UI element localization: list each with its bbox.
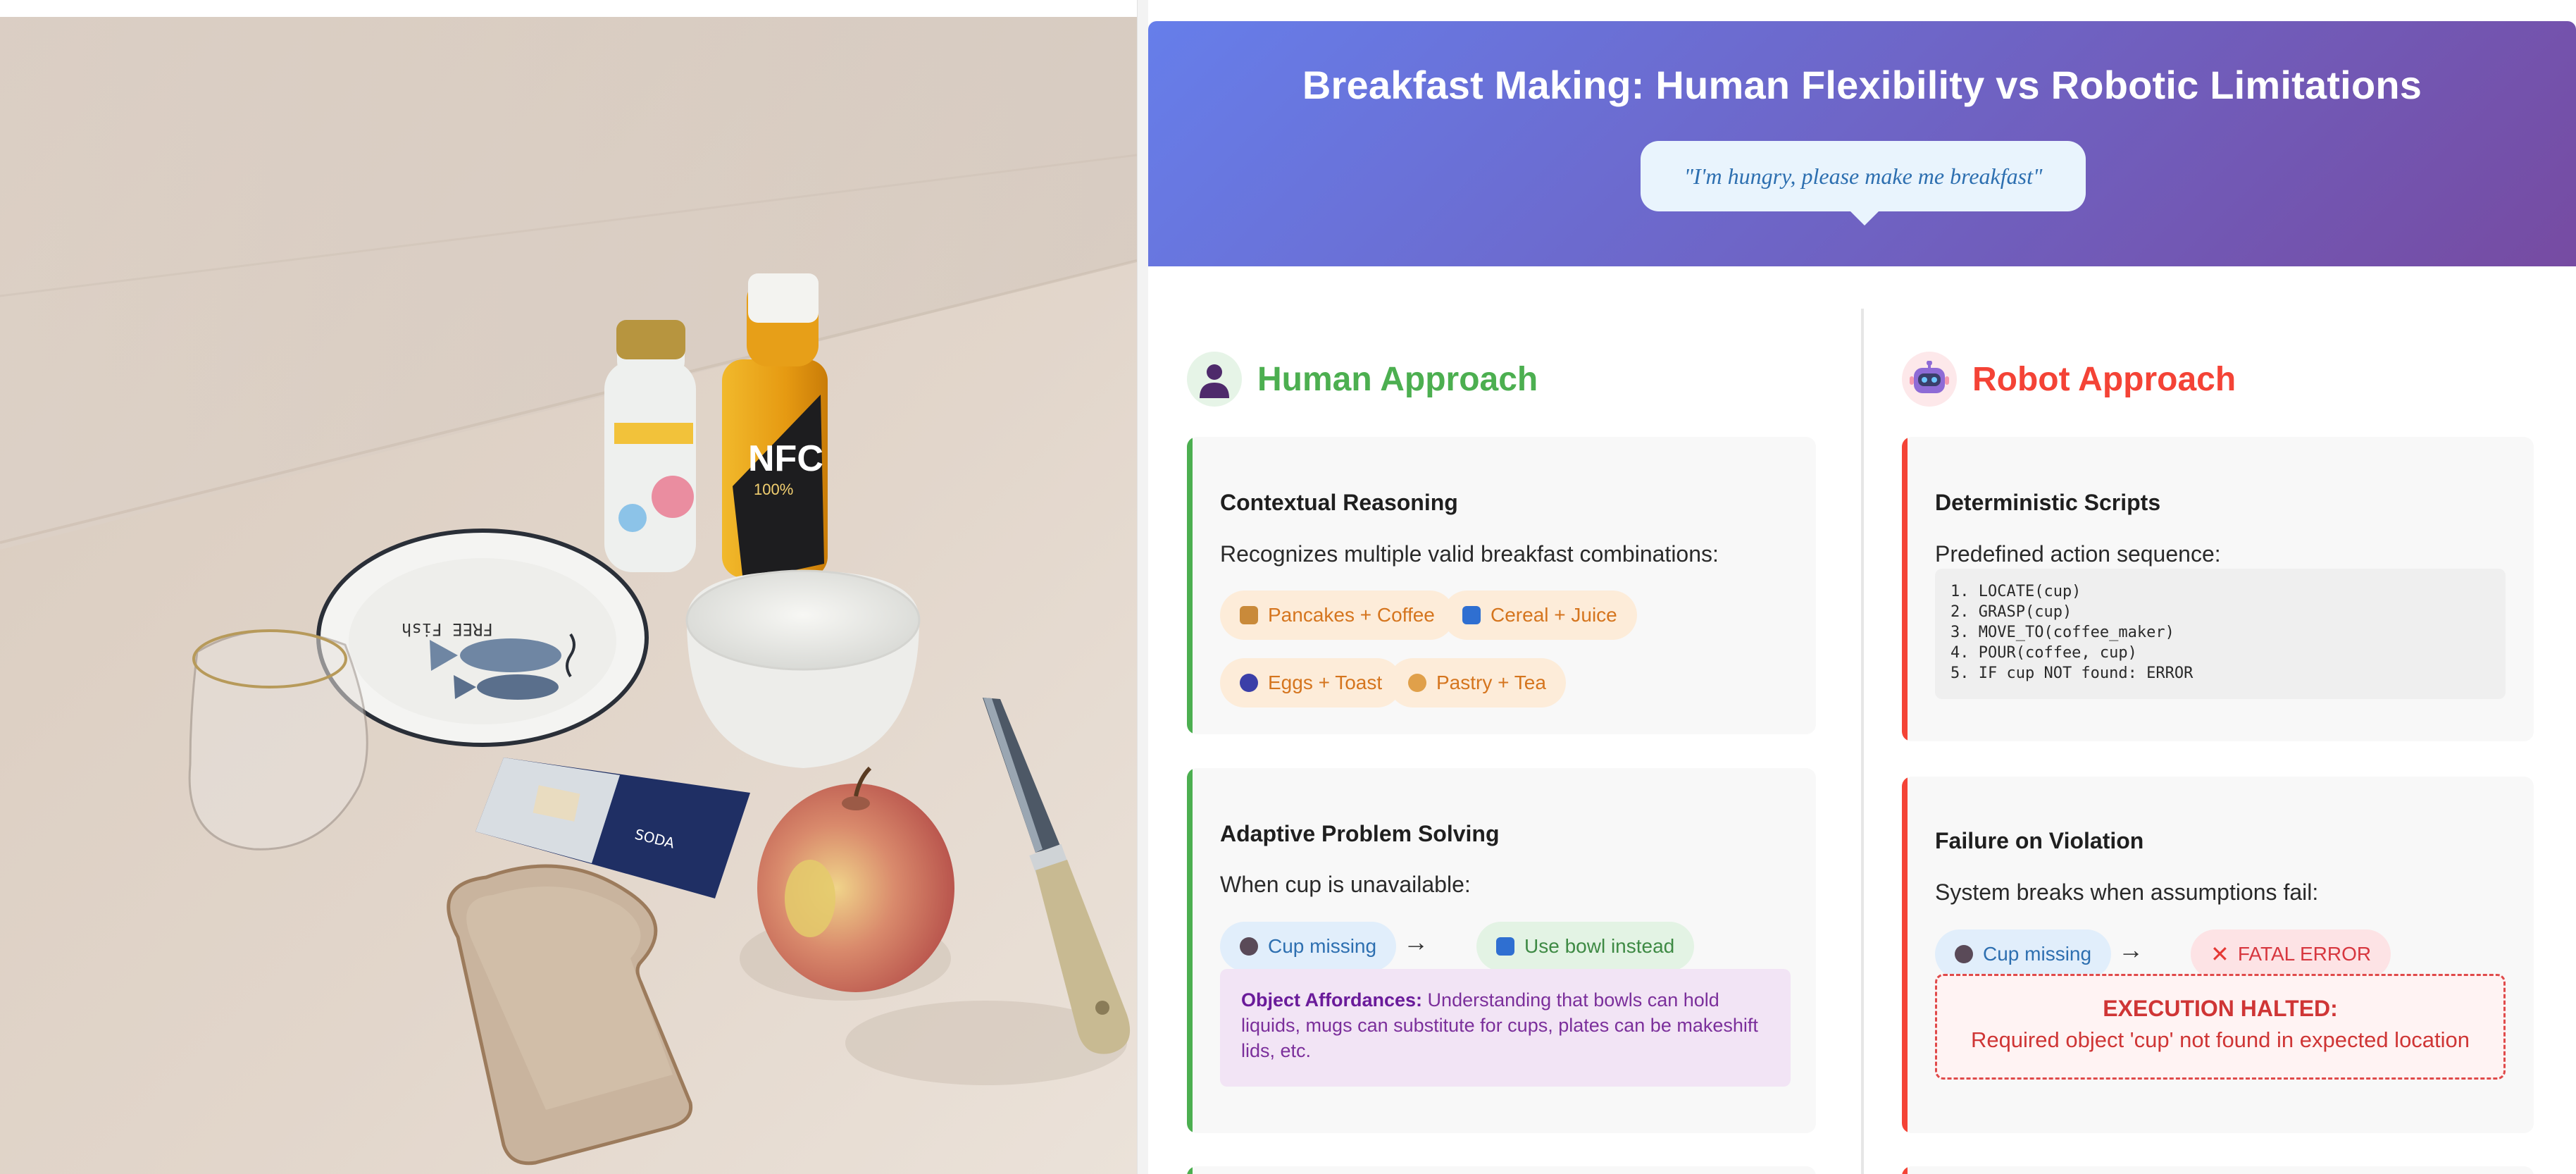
robot-approach-heading: Robot Approach: [1902, 351, 2236, 407]
fatal-error-chip[interactable]: ✕ FATAL ERROR: [2191, 929, 2391, 979]
halt-title: EXECUTION HALTED:: [2103, 996, 2338, 1021]
chip-label: Cereal + Juice: [1491, 604, 1617, 626]
page-title: Breakfast Making: Human Flexibility vs R…: [1302, 63, 2422, 107]
breakfast-option-chip[interactable]: Pastry + Tea: [1388, 658, 1566, 708]
code-line: 5. IF cup NOT found: ERROR: [1950, 665, 2194, 682]
card-title: Deterministic Scripts: [1935, 490, 2161, 515]
use-bowl-chip[interactable]: Use bowl instead: [1476, 922, 1695, 971]
chip-label: Pastry + Tea: [1436, 672, 1546, 693]
code-line: 4. POUR(coffee, cup): [1950, 644, 2137, 662]
note-label: Object Affordances:: [1241, 989, 1423, 1011]
column-divider: [1861, 309, 1864, 1174]
chip-label: Pancakes + Coffee: [1268, 604, 1435, 626]
page-header: Breakfast Making: Human Flexibility vs R…: [1148, 21, 2576, 266]
code-line: 1. LOCATE(cup): [1950, 583, 2082, 600]
card-accent-bar: [1902, 777, 1908, 1133]
halt-message: Required object 'cup' not found in expec…: [1970, 1027, 2470, 1052]
card-accent-bar: [1902, 437, 1908, 741]
card-accent-bar: [1187, 1166, 1193, 1174]
cup-missing-chip[interactable]: Cup missing: [1935, 929, 2112, 979]
robot-icon: [1902, 352, 1957, 407]
chip-label: Cup missing: [1268, 935, 1377, 957]
cereal-icon: [1462, 606, 1481, 624]
right-arrow-icon: →: [1403, 927, 1429, 956]
croissant-icon: [1408, 674, 1426, 692]
prompt-speech-bubble: "I'm hungry, please make me breakfast": [1641, 141, 2086, 225]
code-line: 3. MOVE_TO(coffee_maker): [1950, 624, 2174, 641]
breakfast-items-photo: FREE Fish NFC 100% SODA: [0, 0, 1137, 1174]
person-icon: [1187, 352, 1242, 407]
comparison-page: Breakfast Making: Human Flexibility vs R…: [1148, 21, 2576, 1174]
card-title: Contextual Reasoning: [1220, 490, 1458, 515]
chip-label: FATAL ERROR: [2237, 943, 2372, 965]
human-approach-heading: Human Approach: [1187, 351, 1538, 407]
card-accent-bar: [1187, 768, 1193, 1133]
breakfast-option-chip[interactable]: Pancakes + Coffee: [1220, 591, 1455, 640]
cup-icon: [1955, 945, 1973, 963]
breakfast-option-chip[interactable]: Eggs + Toast: [1220, 658, 1402, 708]
card-description: When cup is unavailable:: [1220, 872, 1471, 897]
cross-icon: ✕: [2210, 941, 2229, 967]
chip-label: Eggs + Toast: [1268, 672, 1383, 693]
breakfast-table-photo: FREE Fish NFC 100% SODA: [0, 17, 1137, 1174]
action-sequence-code: 1. LOCATE(cup) 2. GRASP(cup) 3. MOVE_TO(…: [1935, 569, 2506, 699]
card-title: Failure on Violation: [1935, 828, 2144, 853]
human-approach-title: Human Approach: [1257, 360, 1538, 398]
card-accent-bar: [1187, 437, 1193, 734]
photo-top-strip: [0, 0, 1137, 17]
card-accent-bar: [1902, 1166, 1908, 1174]
egg-icon: [1240, 674, 1258, 692]
chip-label: Use bowl instead: [1524, 935, 1675, 957]
bowl-icon: [1496, 937, 1514, 956]
card-description: System breaks when assumptions fail:: [1935, 879, 2319, 905]
next-human-card: [1187, 1166, 1816, 1174]
right-arrow-icon: →: [2118, 935, 2143, 964]
next-robot-card: [1902, 1166, 2534, 1174]
svg-text:NFC: NFC: [748, 438, 823, 479]
code-line: 2. GRASP(cup): [1950, 603, 2072, 621]
breakfast-option-chip[interactable]: Cereal + Juice: [1443, 591, 1637, 640]
cup-missing-chip[interactable]: Cup missing: [1220, 922, 1397, 971]
deterministic-scripts-card: Deterministic Scripts Predefined action …: [1902, 437, 2534, 741]
pancake-icon: [1240, 606, 1258, 624]
adaptive-problem-solving-card: Adaptive Problem Solving When cup is una…: [1187, 768, 1816, 1133]
svg-text:100%: 100%: [754, 481, 793, 498]
panel-divider: [1137, 0, 1148, 1174]
contextual-reasoning-card: Contextual Reasoning Recognizes multiple…: [1187, 437, 1816, 734]
card-description: Predefined action sequence:: [1935, 541, 2221, 567]
card-description: Recognizes multiple valid breakfast comb…: [1220, 541, 1719, 567]
execution-halted-box: EXECUTION HALTED: Required object 'cup' …: [1935, 974, 2506, 1080]
robot-approach-title: Robot Approach: [1972, 360, 2236, 398]
svg-text:FREE Fish: FREE Fish: [402, 619, 493, 639]
failure-on-violation-card: Failure on Violation System breaks when …: [1902, 777, 2534, 1133]
chip-label: Cup missing: [1983, 943, 2092, 965]
object-affordances-note: Object Affordances: Understanding that b…: [1220, 969, 1791, 1087]
cup-icon: [1240, 937, 1258, 956]
card-title: Adaptive Problem Solving: [1220, 821, 1500, 846]
